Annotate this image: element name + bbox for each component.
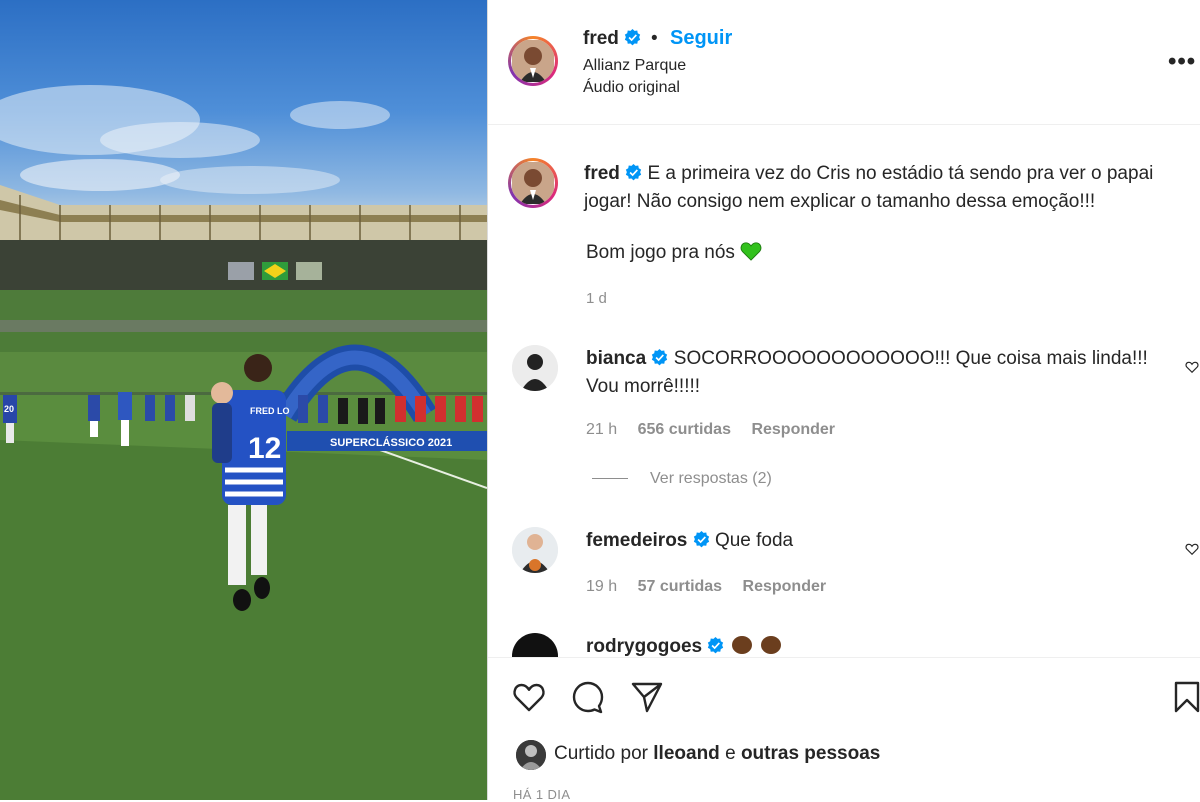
banner-text: SUPERCLÁSSICO 2021 [330,436,452,449]
heart-icon[interactable] [512,680,546,714]
comment-like-heart-icon[interactable] [1185,542,1199,556]
comment-text-bianca: bianca SOCORROOOOOOOOOOOO!!! Que coisa m… [586,348,1148,397]
comment-username[interactable]: femedeiros [586,530,687,551]
comment-meta-femedeiros: 19 h 57 curtidas Responder [586,578,827,595]
comment-text-femedeiros: femedeiros Que foda [586,530,794,551]
caption-text: fred E a primeira vez do Cris no estádio… [584,160,1200,216]
caption-body: E a primeira vez do Cris no estádio tá s… [584,163,1154,212]
replies-line [592,478,628,480]
location-link[interactable]: Allianz Parque [583,57,686,75]
liked-by-text: Curtido por lleoand e outras pessoas [554,743,881,764]
comment-likes-count[interactable]: 57 curtidas [638,578,722,595]
comment-avatar-femedeiros[interactable] [512,527,558,573]
jersey-number: 12 [248,432,281,465]
stadium-photo: SUPERCLÁSSICO 2021 20 FRED LO 12 [0,85,487,800]
share-icon[interactable] [630,680,664,714]
comment-meta-bianca: 21 h 656 curtidas Responder [586,421,836,438]
reply-button[interactable]: Responder [743,578,827,595]
person-avatar-icon [512,162,554,204]
actions-divider [488,657,1200,658]
person-avatar-icon [516,740,546,770]
audio-link[interactable]: Áudio original [583,79,680,97]
post-media[interactable]: SUPERCLÁSSICO 2021 20 FRED LO 12 [0,0,487,800]
post-side-panel: fred • Seguir Allianz Parque Áudio origi… [488,0,1200,802]
jersey-name: FRED LO [250,406,290,416]
person-avatar-icon [512,40,554,82]
comment-icon[interactable] [571,680,605,714]
header-divider [488,124,1200,125]
follow-button[interactable]: Seguir [670,27,732,50]
author-username[interactable]: fred [583,28,641,50]
caption-timestamp: 1 d [586,290,607,307]
clap-emoji-icon [731,636,752,654]
liker-username[interactable]: lleoand [653,743,720,764]
liker-avatar[interactable] [516,740,546,770]
author-avatar[interactable] [508,36,558,86]
comment-avatar-bianca[interactable] [512,345,558,391]
comment-likes-count[interactable]: 656 curtidas [638,421,731,438]
verified-badge-icon [626,164,642,181]
left-player-number: 20 [4,404,14,414]
verified-badge-icon [652,349,668,366]
caption-line-2: Bom jogo pra nós [586,241,762,264]
header-separator: • [651,28,658,49]
view-replies-button[interactable]: Ver respostas (2) [592,470,772,488]
comment-clip-rodrygogoes: rodrygogoes [488,625,1200,657]
comment-username[interactable]: bianca [586,348,646,369]
bookmark-icon[interactable] [1170,680,1200,714]
more-options-icon[interactable]: ••• [1168,48,1196,76]
comment-avatar-rodrygogoes[interactable] [512,633,558,657]
comment-username[interactable]: rodrygogoes [586,636,702,657]
green-heart-icon [740,242,762,261]
comment-like-heart-icon[interactable] [1185,360,1199,374]
person-avatar-icon [512,527,558,573]
person-avatar-icon [512,345,558,391]
verified-badge-icon [693,531,709,548]
verified-badge-icon [625,29,641,46]
comment-text-rodrygogoes: rodrygogoes [586,633,1176,657]
other-likers-link[interactable]: outras pessoas [741,743,880,764]
clap-emoji-icon [760,636,781,654]
caption-username[interactable]: fred [584,163,620,184]
verified-badge-icon [708,637,724,654]
caption-avatar[interactable] [508,158,558,208]
reply-button[interactable]: Responder [751,421,835,438]
